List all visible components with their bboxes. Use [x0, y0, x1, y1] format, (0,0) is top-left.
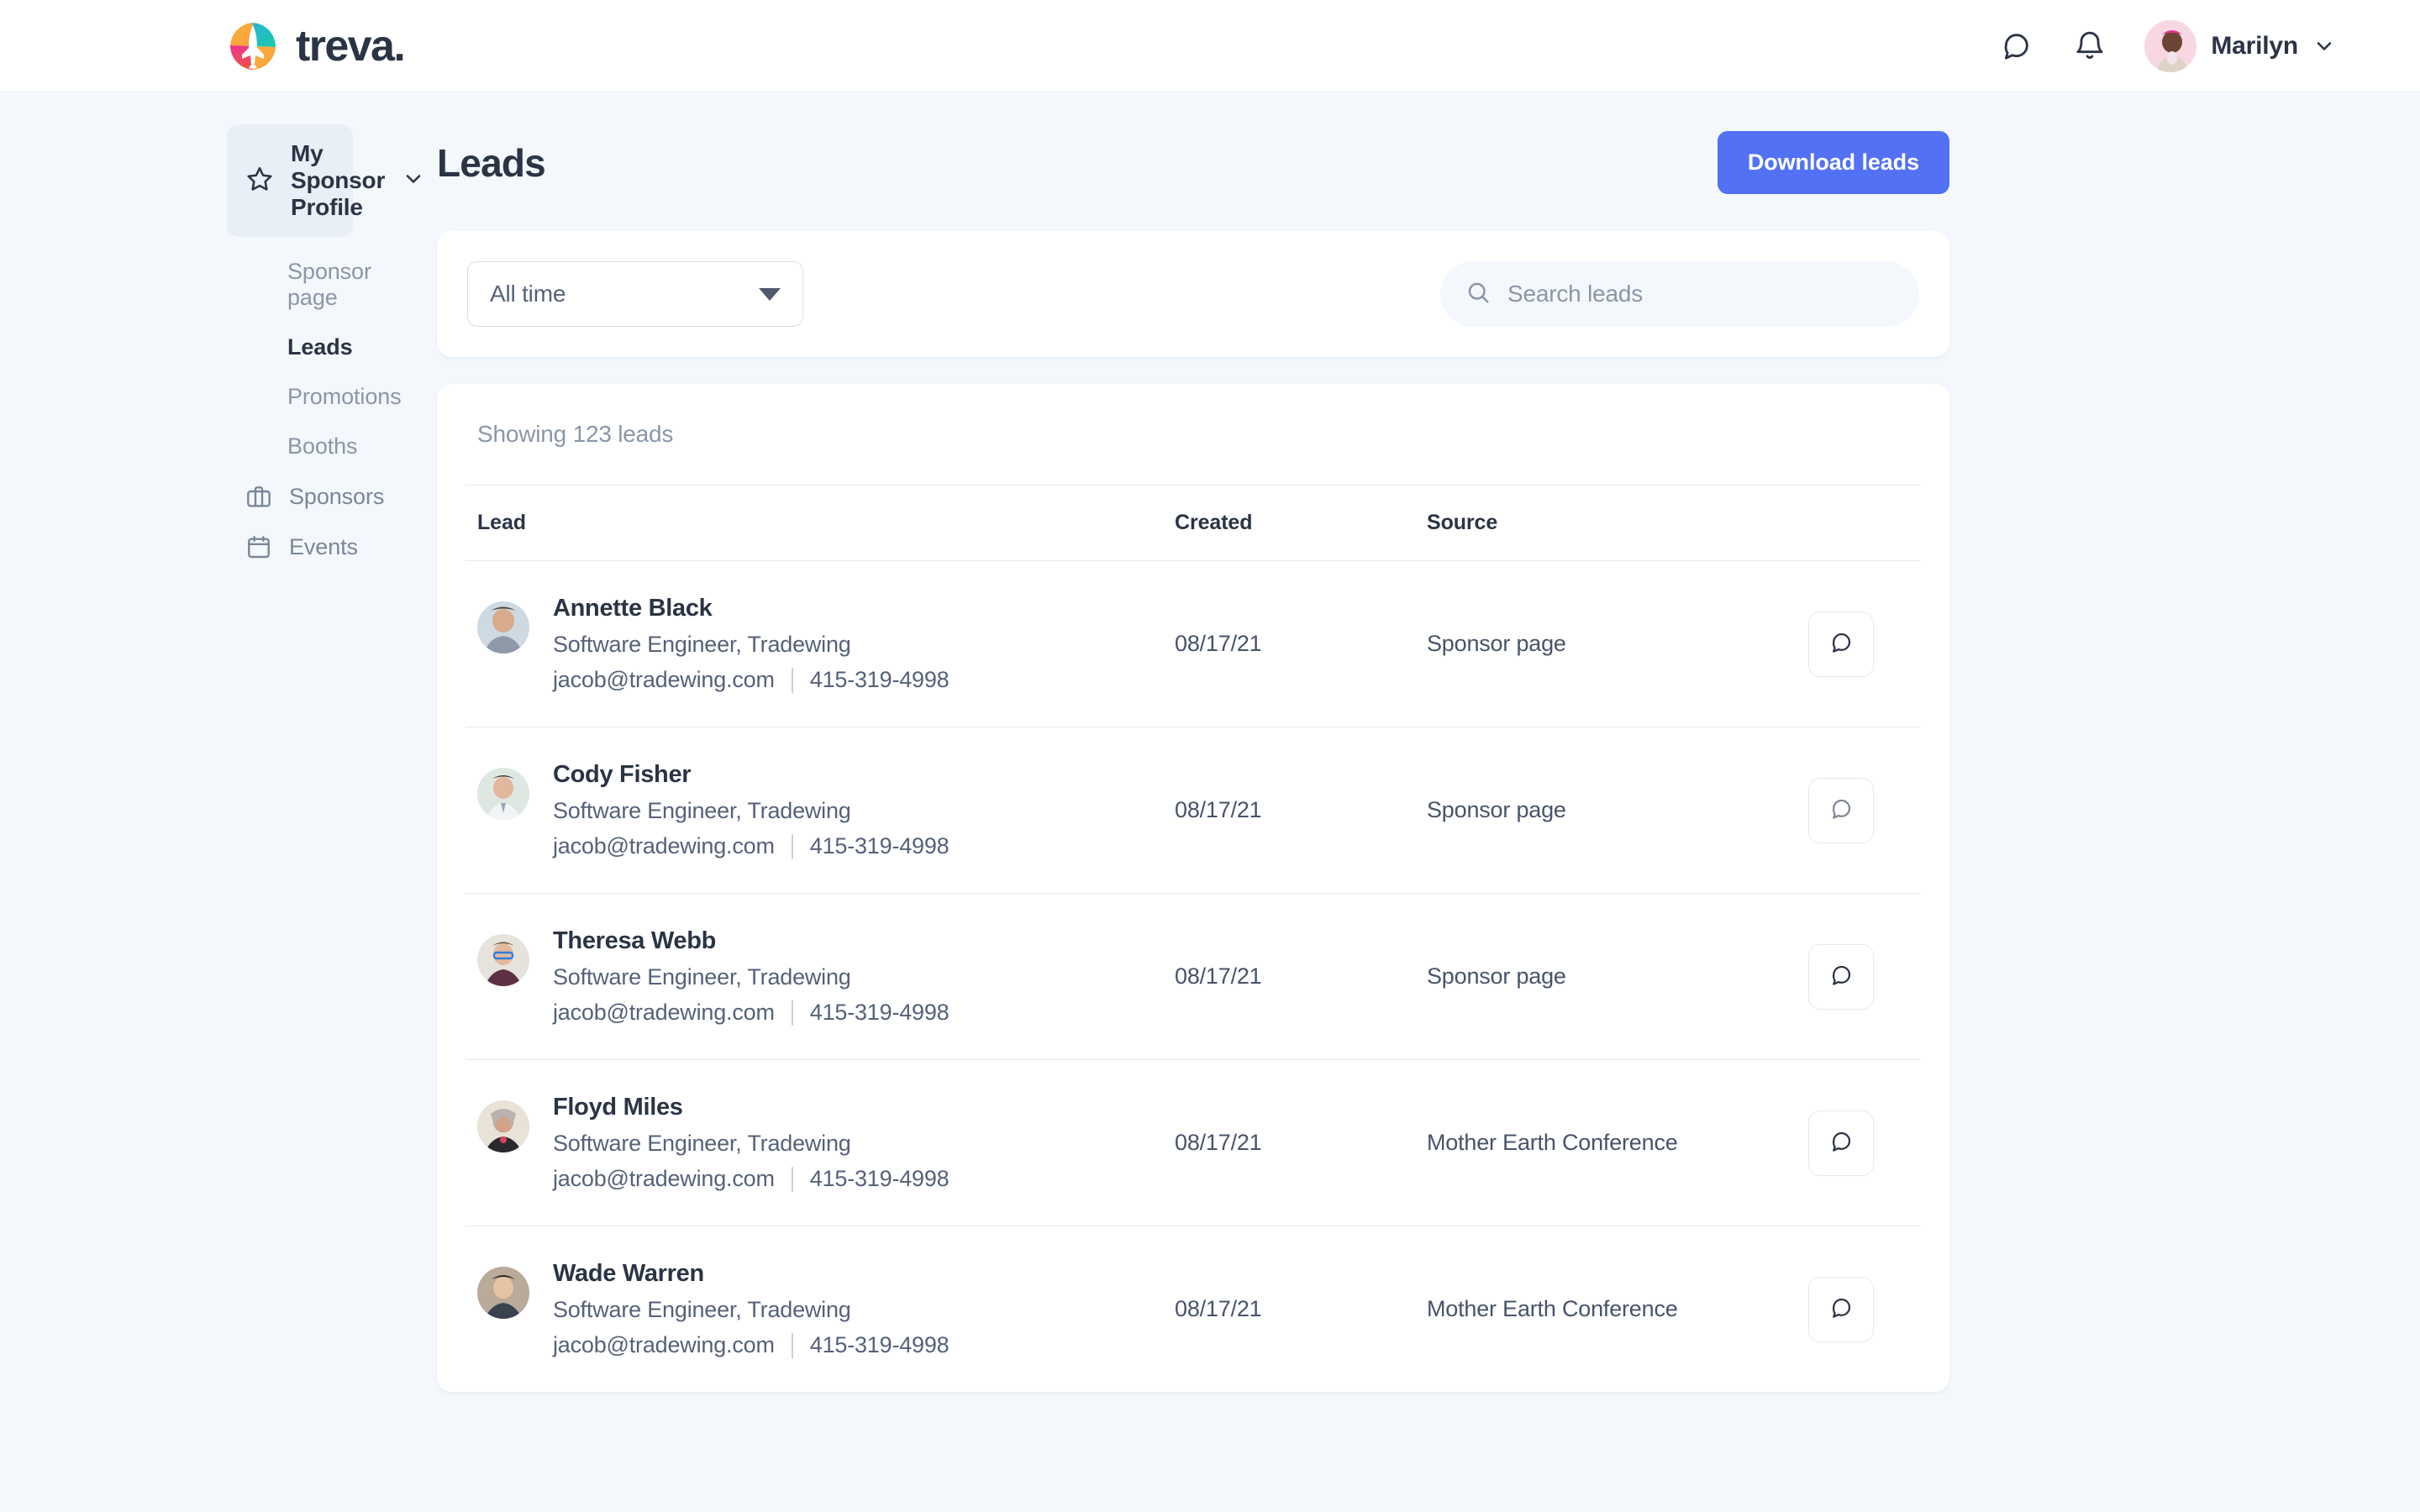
chat-bubble-icon [1828, 1295, 1854, 1323]
message-lead-button[interactable] [1808, 777, 1874, 843]
lead-source: Mother Earth Conference [1427, 1296, 1678, 1321]
briefcase-icon [245, 483, 272, 510]
chat-bubble-icon [1828, 963, 1854, 990]
avatar [477, 601, 529, 654]
lead-phone: 415-319-4998 [809, 1166, 950, 1191]
table-row[interactable]: Cody Fisher Software Engineer, Tradewing… [466, 727, 1921, 893]
message-lead-button[interactable] [1808, 1110, 1874, 1176]
notification-bell-icon[interactable] [2070, 27, 2109, 66]
lead-created: 08/17/21 [1175, 963, 1262, 989]
sidebar-item-label: Sponsors [289, 483, 385, 509]
table-row[interactable]: Wade Warren Software Engineer, Tradewing… [466, 1226, 1921, 1392]
lead-created: 08/17/21 [1175, 631, 1262, 656]
lead-email: jacob@tradewing.com [553, 1000, 775, 1025]
lead-created: 08/17/21 [1175, 1296, 1262, 1321]
lead-role: Software Engineer, Tradewing [553, 964, 851, 990]
table-row[interactable]: Annette Black Software Engineer, Tradewi… [466, 560, 1921, 727]
sidebar: My Sponsor Profile Sponsor page Leads Pr… [0, 92, 437, 572]
lead-email: jacob@tradewing.com [553, 1332, 775, 1357]
table-row[interactable]: Theresa Webb Software Engineer, Tradewin… [466, 893, 1921, 1059]
column-header-source: Source [1427, 511, 1498, 534]
chat-bubble-icon [1828, 1129, 1854, 1157]
download-leads-button[interactable]: Download leads [1717, 131, 1949, 194]
page-header: Leads Download leads [437, 131, 1949, 231]
app-shell: My Sponsor Profile Sponsor page Leads Pr… [0, 92, 2420, 1392]
divider [791, 1166, 793, 1192]
lead-role: Software Engineer, Tradewing [553, 1131, 851, 1156]
user-name: Marilyn [2211, 31, 2298, 60]
sidebar-item-booths[interactable]: Booths [227, 422, 358, 471]
topbar-actions: Marilyn [1996, 19, 2336, 72]
avatar [477, 934, 529, 986]
lead-role: Software Engineer, Tradewing [553, 1297, 851, 1322]
column-header-created: Created [1175, 511, 1253, 534]
avatar [477, 1267, 529, 1319]
divider [791, 1332, 793, 1358]
lead-source: Sponsor page [1427, 631, 1566, 656]
brand-logo[interactable]: treva. [227, 20, 406, 72]
sidebar-item-sponsors[interactable]: Sponsors [227, 471, 384, 522]
table-row[interactable]: Floyd Miles Software Engineer, Tradewing… [466, 1059, 1921, 1226]
lead-email: jacob@tradewing.com [553, 1166, 775, 1191]
brand-wordmark: treva. [296, 21, 406, 71]
sidebar-item-my-sponsor-profile[interactable]: My Sponsor Profile [227, 124, 421, 237]
lead-email: jacob@tradewing.com [553, 667, 775, 692]
chat-bubble-icon [1828, 796, 1854, 824]
avatar [2144, 19, 2197, 72]
page-title: Leads [437, 140, 546, 185]
results-count: Showing 123 leads [477, 421, 674, 447]
main-content: Leads Download leads All time Showing 12… [437, 92, 2033, 1392]
avatar [477, 1100, 529, 1152]
divider [791, 667, 793, 693]
lead-phone: 415-319-4998 [809, 1000, 950, 1025]
user-menu[interactable]: Marilyn [2144, 19, 2336, 72]
search-icon [1465, 280, 1491, 309]
lead-created: 08/17/21 [1175, 797, 1262, 822]
time-range-select[interactable]: All time [467, 261, 803, 327]
chat-bubble-icon [1828, 630, 1854, 658]
filter-bar: All time [437, 231, 1949, 357]
lead-source: Mother Earth Conference [1427, 1130, 1678, 1155]
leads-table: Showing 123 leads Lead Created Source An… [437, 384, 1949, 1392]
time-range-value: All time [490, 281, 566, 307]
lead-phone: 415-319-4998 [809, 833, 950, 858]
chevron-down-icon[interactable] [402, 167, 425, 195]
sidebar-item-label: Events [289, 533, 358, 559]
message-lead-button[interactable] [1808, 943, 1874, 1010]
avatar [477, 768, 529, 820]
lead-name: Floyd Miles [553, 1094, 683, 1121]
sidebar-item-sponsor-page[interactable]: Sponsor page [227, 247, 371, 323]
star-icon [245, 165, 274, 197]
search-input[interactable] [1507, 281, 1894, 307]
column-header-lead: Lead [477, 511, 526, 534]
message-lead-button[interactable] [1808, 1276, 1874, 1342]
calendar-icon [245, 533, 272, 560]
lead-name: Theresa Webb [553, 927, 717, 954]
lead-name: Cody Fisher [553, 761, 692, 788]
table-header: Lead Created Source [466, 485, 1921, 560]
search-leads-field[interactable] [1440, 261, 1919, 327]
top-bar: treva. Marilyn [0, 0, 2420, 92]
sidebar-item-promotions[interactable]: Promotions [227, 372, 402, 422]
lead-role: Software Engineer, Tradewing [553, 632, 851, 657]
sidebar-header-label: My Sponsor Profile [291, 140, 386, 220]
divider [791, 1000, 793, 1026]
chat-bubble-icon[interactable] [1996, 27, 2035, 66]
divider [791, 833, 793, 859]
lead-phone: 415-319-4998 [809, 667, 950, 692]
lead-created: 08/17/21 [1175, 1130, 1262, 1155]
lead-source: Sponsor page [1427, 797, 1566, 822]
message-lead-button[interactable] [1808, 611, 1874, 677]
lead-email: jacob@tradewing.com [553, 833, 775, 858]
chevron-down-icon[interactable] [2312, 34, 2336, 58]
lead-source: Sponsor page [1427, 963, 1566, 989]
sidebar-item-leads[interactable]: Leads [227, 323, 353, 372]
treva-plane-logo-icon [227, 20, 281, 72]
lead-phone: 415-319-4998 [809, 1332, 950, 1357]
sidebar-item-events[interactable]: Events [227, 522, 358, 572]
lead-name: Annette Black [553, 595, 713, 622]
lead-role: Software Engineer, Tradewing [553, 798, 851, 823]
lead-name: Wade Warren [553, 1260, 704, 1287]
chevron-down-icon [759, 287, 781, 301]
